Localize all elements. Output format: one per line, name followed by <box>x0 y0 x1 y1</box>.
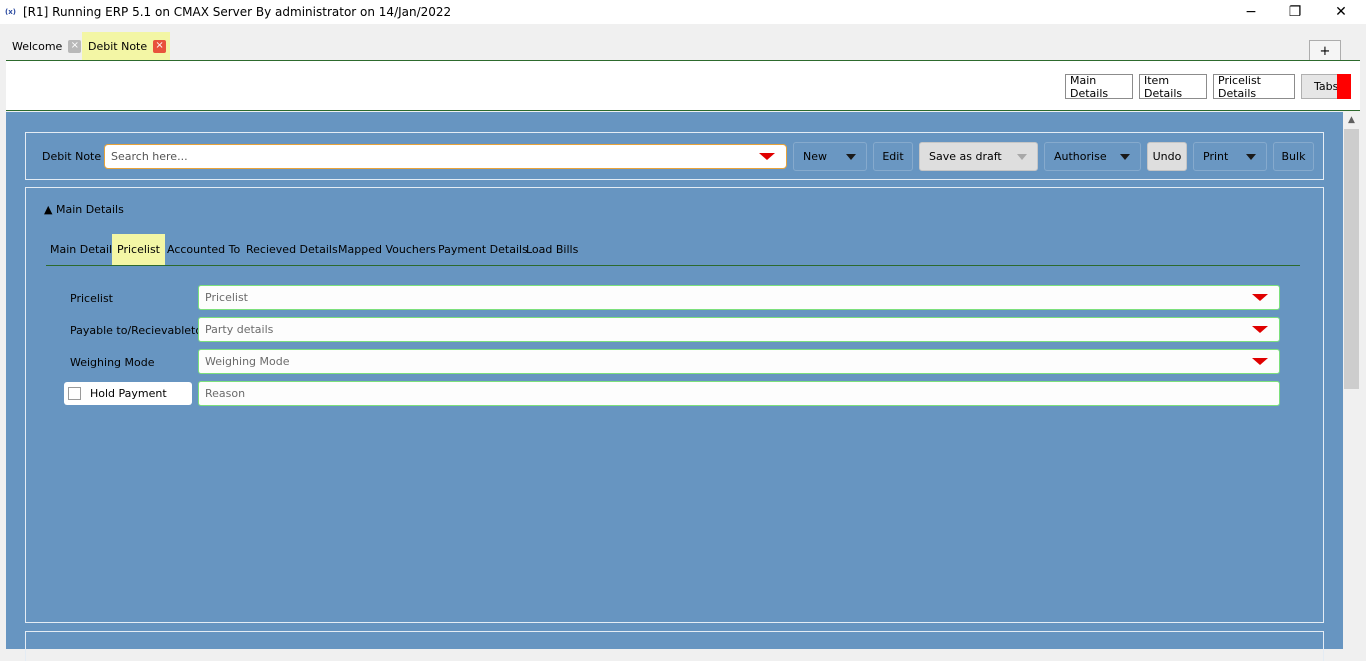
restore-icon[interactable]: ❐ <box>1272 0 1318 24</box>
save-as-draft-button[interactable]: Save as draft <box>919 142 1038 171</box>
dropdown-arrow-icon[interactable] <box>1252 294 1268 301</box>
weighing-mode-label: Weighing Mode <box>70 356 155 369</box>
pricelist-label: Pricelist <box>70 292 113 305</box>
app-logo-icon: (x) <box>5 8 16 16</box>
search-input[interactable]: Search here... <box>104 144 787 169</box>
window-title-bar: (x) [R1] Running ERP 5.1 on CMAX Server … <box>0 0 1366 24</box>
bulk-button[interactable]: Bulk <box>1273 142 1314 171</box>
tabs-indicator <box>1337 74 1351 99</box>
document-toolbar: Debit Note Search here... New Edit Save … <box>25 132 1324 180</box>
reason-input[interactable]: Reason <box>198 381 1280 406</box>
tab-payment-details[interactable]: Payment Details <box>433 234 533 265</box>
dropdown-arrow-icon[interactable] <box>1252 358 1268 365</box>
tab-pricelist[interactable]: Pricelist <box>112 234 165 265</box>
chevron-down-icon[interactable] <box>1017 154 1027 160</box>
section-toggle[interactable]: ▲ Main Details <box>44 203 124 216</box>
hold-payment-checkbox[interactable]: Hold Payment <box>64 382 192 405</box>
scrollbar-thumb[interactable] <box>1344 129 1359 389</box>
weighing-mode-select[interactable]: Weighing Mode <box>198 349 1280 374</box>
undo-button[interactable]: Undo <box>1147 142 1187 171</box>
print-label: Print <box>1203 150 1229 163</box>
tab-debit-note[interactable]: Debit Note × <box>82 32 171 60</box>
hold-payment-label: Hold Payment <box>90 387 167 400</box>
save-as-draft-label: Save as draft <box>929 150 1002 163</box>
main-content: Debit Note Search here... New Edit Save … <box>6 112 1343 661</box>
add-tab-button[interactable]: + <box>1309 40 1341 62</box>
close-tab-icon[interactable]: × <box>68 39 82 53</box>
tab-underline <box>46 265 1300 266</box>
tabs-button-label: Tabs <box>1314 80 1339 93</box>
main-details-button[interactable]: Main Details <box>1065 74 1133 100</box>
tab-load-bills[interactable]: Load Bills <box>521 234 583 265</box>
authorise-button[interactable]: Authorise <box>1044 142 1141 171</box>
chevron-down-icon[interactable] <box>1246 154 1256 160</box>
chevron-down-icon[interactable] <box>1120 154 1130 160</box>
tab-welcome[interactable]: Welcome × <box>6 32 85 60</box>
checkbox-icon[interactable] <box>68 387 81 400</box>
tab-recieved-details[interactable]: Recieved Details <box>241 234 343 265</box>
search-placeholder: Search here... <box>111 150 188 163</box>
pricelist-placeholder: Pricelist <box>205 291 248 304</box>
close-tab-icon[interactable]: × <box>153 39 167 53</box>
tab-mapped-vouchers[interactable]: Mapped Vouchers <box>333 234 441 265</box>
authorise-label: Authorise <box>1054 150 1107 163</box>
next-section-panel <box>25 631 1324 661</box>
new-button[interactable]: New <box>793 142 867 171</box>
close-window-icon[interactable]: ✕ <box>1318 0 1364 24</box>
weighing-mode-placeholder: Weighing Mode <box>205 355 290 368</box>
tabs-button[interactable]: Tabs <box>1301 74 1351 99</box>
tab-label: Debit Note <box>88 39 148 53</box>
dropdown-arrow-icon[interactable] <box>1252 326 1268 333</box>
edit-button[interactable]: Edit <box>873 142 913 171</box>
chevron-down-icon[interactable] <box>846 154 856 160</box>
scroll-up-icon[interactable]: ▲ <box>1343 112 1360 129</box>
tab-label: Welcome <box>12 39 63 53</box>
pricelist-details-button[interactable]: Pricelist Details <box>1213 74 1295 100</box>
reason-placeholder: Reason <box>205 387 246 400</box>
party-label: Payable to/Recievableto <box>70 324 203 337</box>
document-tab-strip: Welcome × Debit Note × + <box>0 24 1366 62</box>
item-details-button[interactable]: Item Details <box>1139 74 1207 100</box>
vertical-scrollbar[interactable]: ▲ <box>1343 112 1360 649</box>
window-title: [R1] Running ERP 5.1 on CMAX Server By a… <box>23 5 452 19</box>
document-type-label: Debit Note <box>42 150 102 163</box>
party-placeholder: Party details <box>205 323 274 336</box>
view-switch-bar: Main Details Item Details Pricelist Deta… <box>6 60 1360 111</box>
party-select[interactable]: Party details <box>198 317 1280 342</box>
search-dropdown-icon[interactable] <box>759 153 775 160</box>
print-button[interactable]: Print <box>1193 142 1267 171</box>
pricelist-select[interactable]: Pricelist <box>198 285 1280 310</box>
new-button-label: New <box>803 150 827 163</box>
minimize-icon[interactable]: − <box>1228 0 1274 24</box>
tab-accounted-to[interactable]: Accounted To <box>162 234 245 265</box>
main-details-panel: ▲ Main Details Main Details Pricelist Ac… <box>25 187 1324 623</box>
